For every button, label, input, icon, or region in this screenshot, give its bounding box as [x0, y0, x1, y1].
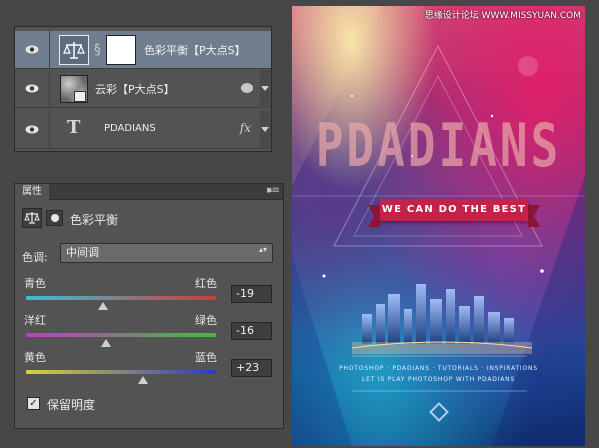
slider-left-label: 黄色: [24, 351, 46, 364]
layer-divider: [49, 31, 50, 69]
city-skyline-image: [352, 284, 532, 354]
preserve-luminosity-checkbox[interactable]: ✓: [27, 397, 40, 410]
slider-yellow-blue: 黄色 蓝色 +23: [15, 349, 283, 389]
layer-name[interactable]: 云彩【P大点S】: [95, 81, 175, 97]
slider-left-label: 洋红: [24, 314, 46, 327]
chevron-down-icon[interactable]: [261, 127, 269, 132]
color-balance-icon[interactable]: [22, 208, 42, 228]
adjustment-title: 色彩平衡: [70, 213, 119, 227]
visibility-eye-icon[interactable]: [25, 45, 39, 54]
slider-magenta-green: 洋红 绿色 -16: [15, 312, 283, 352]
color-balance-adjustment-icon[interactable]: [59, 35, 89, 65]
text-layer-icon[interactable]: T: [67, 117, 80, 138]
slider-value-field[interactable]: -16: [231, 322, 272, 340]
slider-thumb[interactable]: [100, 339, 111, 347]
layer-row-text[interactable]: T PDADIANS fx: [15, 111, 271, 149]
tab-properties[interactable]: 属性: [15, 184, 49, 200]
preserve-luminosity-label[interactable]: 保留明度: [47, 396, 95, 413]
slider-track[interactable]: [26, 296, 216, 300]
smart-filter-icon[interactable]: [241, 83, 253, 93]
chain-link-icon[interactable]: §: [94, 42, 101, 58]
slider-right-label: 红色: [195, 277, 217, 290]
poster-footer-line: LET IS PLAY PHOTOSHOP WITH PDADIANS: [361, 376, 516, 383]
layer-name[interactable]: PDADIANS: [104, 123, 156, 134]
fx-icon[interactable]: fx: [240, 121, 251, 135]
slider-cyan-red: 青色 红色 -19: [15, 275, 283, 315]
properties-header: 属性 ▸▸ ▾≡: [15, 184, 283, 200]
tone-dropdown[interactable]: 中间调 ▴▾: [60, 243, 273, 263]
slider-right-label: 绿色: [195, 314, 217, 327]
layer-mask-thumbnail[interactable]: [106, 35, 136, 65]
document-canvas[interactable]: 思缘设计论坛 WWW.MISSYUAN.COM PDADIANS WE CAN …: [292, 6, 585, 446]
slider-value-field[interactable]: +23: [231, 359, 272, 377]
slider-left-label: 青色: [24, 277, 46, 290]
mask-icon[interactable]: [46, 210, 63, 226]
visibility-eye-icon[interactable]: [25, 84, 39, 93]
watermark-text: 思缘设计论坛 WWW.MISSYUAN.COM: [424, 11, 581, 21]
layer-row-clouds[interactable]: 云彩【P大点S】: [15, 70, 271, 108]
slider-right-label: 蓝色: [195, 351, 217, 364]
layer-divider: [49, 111, 50, 149]
poster-footer-line: PHOTOSHOP · PDADIANS · TUTORIALS · INSPI…: [339, 365, 538, 372]
slider-track[interactable]: [26, 370, 216, 374]
properties-panel: 属性 ▸▸ ▾≡ 色彩平衡 色调: 中间调 ▴▾ 青色 红色 -19 洋红 绿色…: [14, 183, 284, 429]
slider-thumb[interactable]: [97, 302, 108, 310]
layer-divider: [49, 70, 50, 108]
tone-selected-value: 中间调: [66, 246, 99, 259]
slider-value-field[interactable]: -19: [231, 285, 272, 303]
layers-panel: § 色彩平衡【P大点S】 云彩【P大点S】 T PDADIANS fx: [14, 26, 272, 152]
poster-title: PDADIANS: [315, 110, 562, 181]
chevron-down-icon[interactable]: [261, 86, 269, 91]
poster-ribbon: WE CAN DO THE BEST: [368, 199, 540, 227]
visibility-eye-icon[interactable]: [25, 125, 39, 134]
layer-row-color-balance[interactable]: § 色彩平衡【P大点S】: [15, 31, 271, 69]
slider-track[interactable]: [26, 333, 216, 337]
panel-menu-icon[interactable]: ▾≡: [267, 185, 280, 196]
select-arrows-icon: ▴▾: [258, 245, 267, 254]
smart-object-badge-icon: [74, 91, 86, 102]
tone-label: 色调:: [22, 251, 48, 264]
slider-thumb[interactable]: [137, 376, 148, 384]
layer-name[interactable]: 色彩平衡【P大点S】: [144, 42, 246, 58]
